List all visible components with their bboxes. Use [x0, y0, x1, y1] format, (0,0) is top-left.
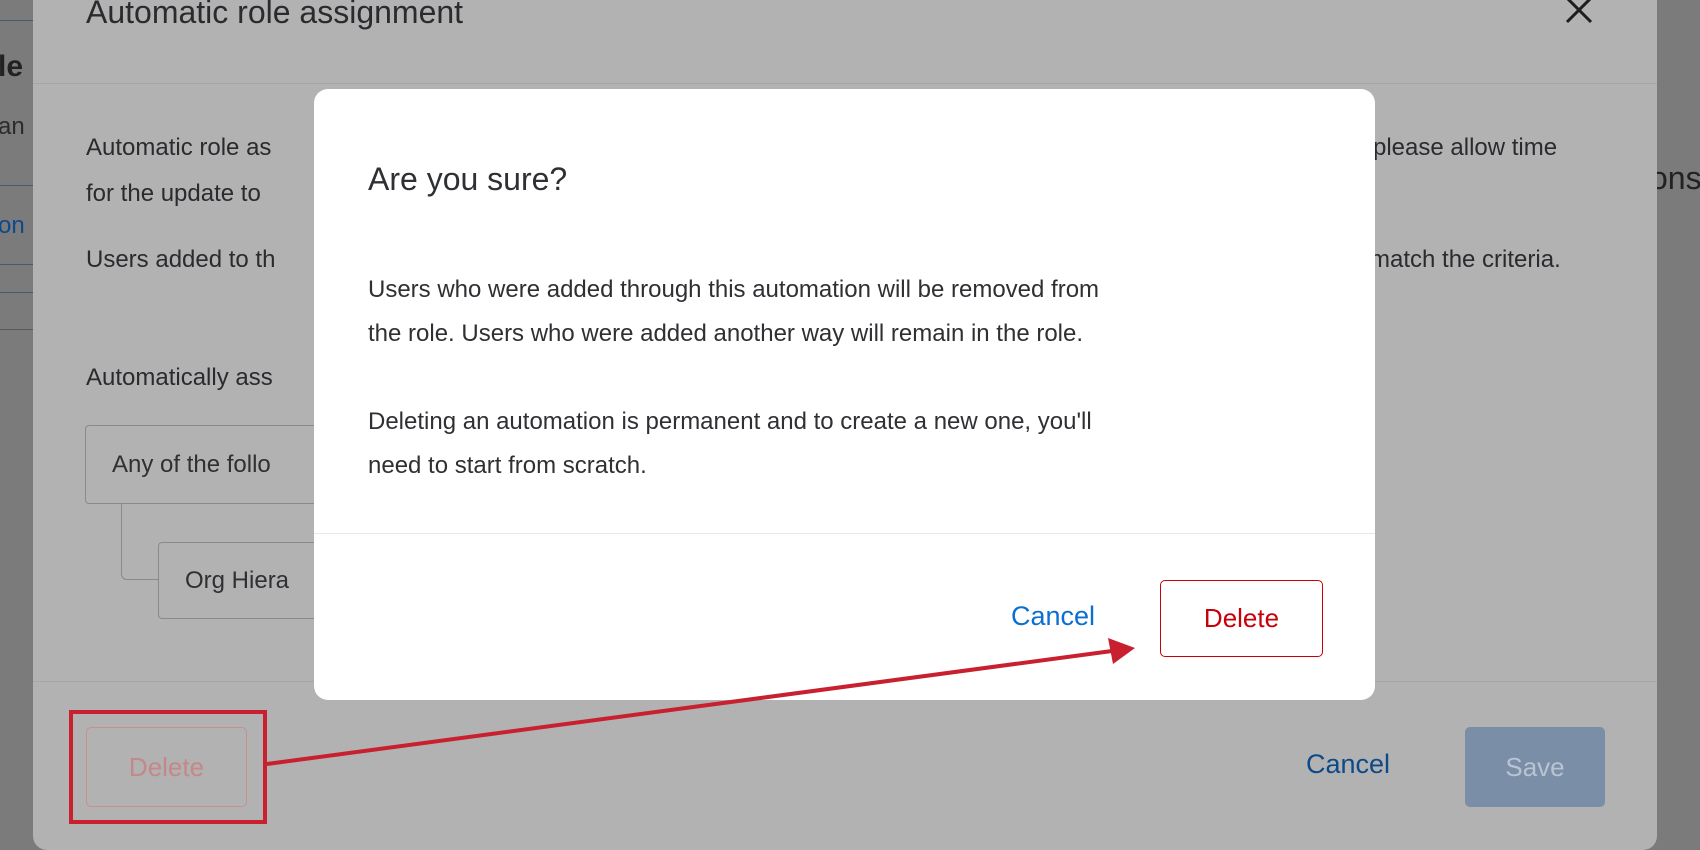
annotation-arrow: [266, 638, 1135, 766]
